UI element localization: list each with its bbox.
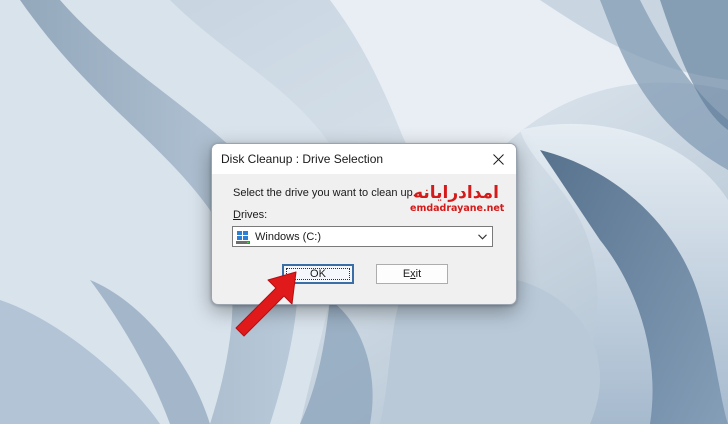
exit-button[interactable]: Exit <box>376 264 448 284</box>
chevron-down-icon <box>477 233 487 240</box>
disk-cleanup-dialog: Disk Cleanup : Drive Selection Select th… <box>211 143 517 305</box>
drives-label: Drives: <box>233 209 267 221</box>
close-icon <box>492 153 504 165</box>
instruction-text: Select the drive you want to clean up. <box>233 187 416 199</box>
dialog-titlebar[interactable]: Disk Cleanup : Drive Selection <box>212 144 516 174</box>
focus-ring <box>286 268 350 280</box>
exit-label-post: it <box>415 268 422 280</box>
drives-label-text: rives: <box>240 209 268 221</box>
close-button[interactable] <box>480 144 516 174</box>
windows-drive-icon <box>236 230 250 244</box>
drives-label-accelerator: D <box>233 209 241 221</box>
drive-select[interactable]: Windows (C:) <box>232 226 493 247</box>
dialog-title: Disk Cleanup : Drive Selection <box>221 152 384 166</box>
dropdown-arrow[interactable] <box>474 227 490 246</box>
selected-drive-value: Windows (C:) <box>255 230 322 243</box>
exit-button-label: Exit <box>403 268 421 280</box>
ok-button[interactable]: OK <box>282 264 354 284</box>
